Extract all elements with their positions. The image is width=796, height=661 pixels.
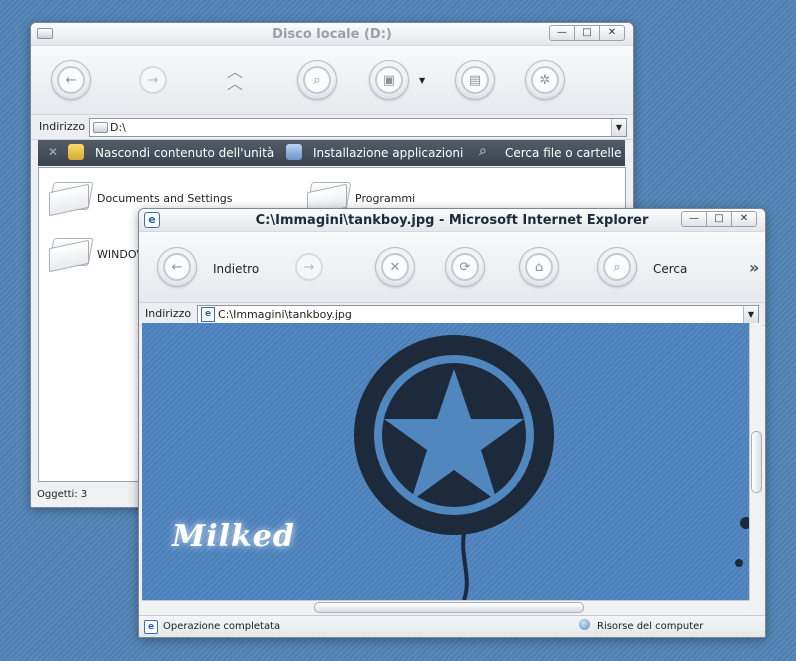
collapse-icon[interactable]: ✕ xyxy=(48,145,58,159)
task-bar: ✕ Nascondi contenuto dell'unità Installa… xyxy=(38,140,625,166)
ie-statusbar: e Operazione completata Risorse del comp… xyxy=(139,615,765,637)
zone-text: Risorse del computer xyxy=(597,621,704,632)
home-icon: ⌂ xyxy=(525,253,553,281)
folders-button[interactable]: ▤ xyxy=(455,60,495,100)
stop-icon: ✕ xyxy=(381,253,409,281)
address-dropdown-icon[interactable]: ▼ xyxy=(743,306,758,323)
explorer-address-bar: Indirizzo D:\ ▼ xyxy=(31,115,633,140)
address-label: Indirizzo xyxy=(145,307,192,320)
folder-label[interactable]: Programmi xyxy=(355,192,415,205)
horizontal-scrollbar[interactable] xyxy=(142,600,750,613)
back-label[interactable]: Indietro xyxy=(213,262,259,276)
search-files-icon: ⌕ xyxy=(479,143,487,159)
minimize-button[interactable]: — xyxy=(681,211,707,227)
ie-toolbar: ← Indietro → ✕ ⟳ ⌂ ⌕ Cerca » xyxy=(139,232,765,303)
views-icon: ▣ xyxy=(375,66,403,94)
back-button[interactable]: ← xyxy=(51,60,91,100)
status-text: Operazione completata xyxy=(163,621,281,632)
refresh-icon: ⟳ xyxy=(451,253,479,281)
forward-arrow-icon: → xyxy=(295,253,323,281)
back-button[interactable]: ← xyxy=(157,247,197,287)
address-value: C:\Immagini\tankboy.jpg xyxy=(218,308,352,321)
star-emblem xyxy=(354,335,750,600)
ie-status-icon: e xyxy=(144,620,158,634)
horizontal-scroll-thumb[interactable] xyxy=(314,602,584,613)
task-install-apps[interactable]: Installazione applicazioni xyxy=(313,146,463,160)
back-arrow-icon: ← xyxy=(163,253,191,281)
address-dropdown-icon[interactable]: ▼ xyxy=(611,119,626,136)
task-search-files[interactable]: Cerca file o cartelle xyxy=(505,146,621,160)
more-chevron-icon[interactable]: » xyxy=(749,258,759,277)
hide-contents-icon xyxy=(68,144,84,160)
home-button[interactable]: ⌂ xyxy=(519,247,559,287)
address-input[interactable]: D:\ ▼ xyxy=(89,118,627,137)
ie-title: C:\Immagini\tankboy.jpg - Microsoft Inte… xyxy=(255,213,649,228)
vertical-scrollbar[interactable] xyxy=(749,323,762,601)
back-arrow-icon: ← xyxy=(57,66,85,94)
search-icon: ⌕ xyxy=(303,66,331,94)
maximize-button[interactable]: □ xyxy=(706,211,732,227)
image-view: Milked xyxy=(142,323,750,600)
forward-button[interactable]: → xyxy=(133,60,173,100)
vertical-scroll-thumb[interactable] xyxy=(751,431,762,493)
address-value: D:\ xyxy=(110,121,126,134)
minimize-button[interactable]: — xyxy=(549,25,575,41)
install-apps-icon xyxy=(286,144,302,160)
forward-arrow-icon: → xyxy=(139,66,167,94)
explorer-title: Disco locale (D:) xyxy=(272,27,392,42)
ie-window: e C:\Immagini\tankboy.jpg - Microsoft In… xyxy=(138,208,766,638)
maximize-button[interactable]: □ xyxy=(574,25,600,41)
close-button[interactable]: ✕ xyxy=(731,211,757,227)
views-dropdown-icon[interactable]: ▼ xyxy=(419,76,425,85)
folder-label[interactable]: Documents and Settings xyxy=(97,192,233,205)
search-button[interactable]: ⌕ xyxy=(597,247,637,287)
computer-icon xyxy=(579,619,590,630)
views-button[interactable]: ▣ xyxy=(369,60,409,100)
stop-button[interactable]: ✕ xyxy=(375,247,415,287)
ie-titlebar[interactable]: e C:\Immagini\tankboy.jpg - Microsoft In… xyxy=(139,209,765,232)
explorer-toolbar: ← → ︿ ︿ ⌕ ▣ ▼ ▤ ✲ xyxy=(31,46,633,115)
folders-icon: ▤ xyxy=(461,66,489,94)
explorer-titlebar[interactable]: Disco locale (D:) — □ ✕ xyxy=(31,23,633,46)
search-icon: ⌕ xyxy=(603,253,631,281)
search-label[interactable]: Cerca xyxy=(653,262,687,276)
page-icon: e xyxy=(201,307,215,322)
up-folder-icon[interactable]: ︿ ︿ xyxy=(227,64,243,92)
folder-icon[interactable] xyxy=(48,232,94,273)
folder-icon[interactable] xyxy=(48,176,94,217)
settings-button[interactable]: ✲ xyxy=(525,60,565,100)
close-button[interactable]: ✕ xyxy=(599,25,625,41)
gear-icon: ✲ xyxy=(531,66,559,94)
task-hide-contents[interactable]: Nascondi contenuto dell'unità xyxy=(95,146,274,160)
search-button[interactable]: ⌕ xyxy=(297,60,337,100)
refresh-button[interactable]: ⟳ xyxy=(445,247,485,287)
folder-icon[interactable] xyxy=(306,176,352,217)
drive-icon xyxy=(93,122,108,133)
forward-button[interactable]: → xyxy=(289,247,329,287)
address-input[interactable]: e C:\Immagini\tankboy.jpg ▼ xyxy=(197,305,759,324)
address-label: Indirizzo xyxy=(39,120,86,133)
image-caption: Milked xyxy=(172,519,295,554)
explorer-status: Oggetti: 3 xyxy=(37,489,88,500)
